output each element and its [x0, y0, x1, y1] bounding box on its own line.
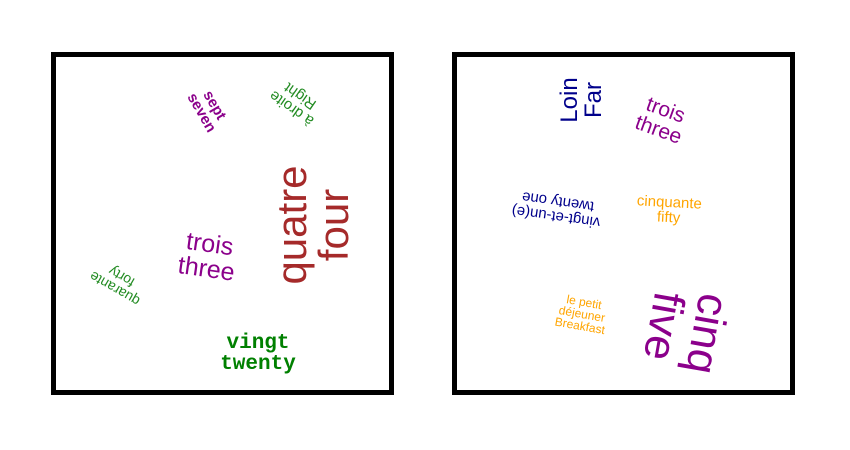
word-pair-quatre: quatre four — [268, 165, 357, 285]
word-pair-cinquante: cinquante fifty — [636, 192, 702, 226]
word-pair-sept: sept seven — [184, 83, 231, 136]
word-pair-quarante: quarante forty — [87, 257, 149, 310]
word-pair-loin: Loin Far — [556, 77, 607, 123]
word-pair-trois: trois three — [176, 227, 239, 287]
left-word-panel: sept seven à droite Right quatre four tr… — [51, 52, 394, 395]
word-twenty-english: twenty — [220, 353, 296, 376]
word-far-english: Far — [580, 82, 607, 118]
word-pair-cinq: cinq five — [634, 283, 739, 378]
word-pair-petit-dejeuner: le petit déjeuner Breakfast — [554, 292, 610, 337]
word-pair-vingt-et-un: vingt-et-un(e) twenty one — [511, 188, 604, 231]
word-vingt-french: vingt — [226, 332, 290, 355]
word-pair-droite: à droite Right — [266, 75, 325, 130]
word-pair-trois-right: trois three — [632, 92, 691, 149]
word-quatre-french: quatre — [268, 165, 315, 285]
right-word-panel: Loin Far trois three vingt-et-un(e) twen… — [452, 52, 795, 395]
word-four-english: four — [310, 188, 357, 262]
word-loin-french: Loin — [556, 77, 583, 123]
word-pair-vingt: vingt twenty — [220, 333, 296, 375]
word-three-english: three — [176, 251, 237, 287]
